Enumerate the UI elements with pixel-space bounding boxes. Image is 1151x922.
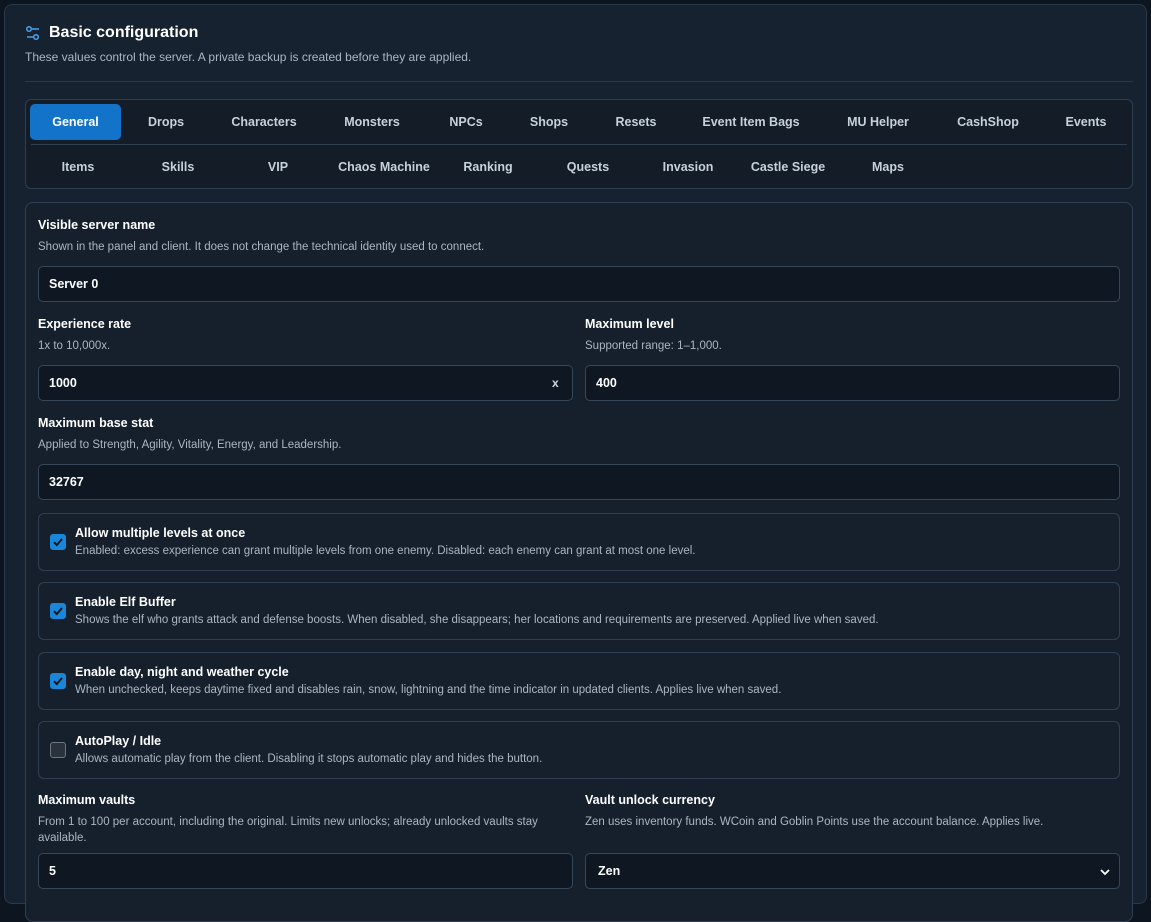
tab-chaos-machine[interactable]: Chaos Machine [330,149,438,185]
max-stat-label: Maximum base stat [38,416,154,430]
tab-resets[interactable]: Resets [600,104,672,140]
sliders-icon [25,25,40,41]
autoplay-checkbox[interactable] [50,742,66,758]
tab-invasion[interactable]: Invasion [648,149,728,185]
vault-currency-select[interactable]: Zen [585,853,1120,889]
multi-level-desc: Enabled: excess experience can grant mul… [75,545,696,557]
page-title: Basic configuration [49,24,199,41]
tab-mu-helper[interactable]: MU Helper [830,104,926,140]
tab-row-divider [31,144,1127,145]
tab-bar: General Drops Characters Monsters NPCs S… [25,99,1133,189]
exp-rate-help: 1x to 10,000x. [38,340,111,352]
day-night-toggle[interactable]: Enable day, night and weather cycle When… [38,652,1120,710]
tab-event-item-bags[interactable]: Event Item Bags [686,104,816,140]
vault-currency-value: Zen [598,864,621,878]
tab-cashshop[interactable]: CashShop [940,104,1036,140]
tab-general[interactable]: General [30,104,121,140]
exp-rate-label: Experience rate [38,317,132,331]
autoplay-title: AutoPlay / Idle [75,734,162,748]
elf-buffer-checkbox[interactable] [50,603,66,619]
max-stat-input[interactable] [38,464,1120,500]
server-name-help: Shown in the panel and client. It does n… [38,241,485,253]
tab-ranking[interactable]: Ranking [448,149,528,185]
max-vaults-input[interactable] [38,853,573,889]
tab-npcs[interactable]: NPCs [430,104,502,140]
day-night-checkbox[interactable] [50,673,66,689]
max-level-input[interactable] [585,365,1120,401]
tab-shops[interactable]: Shops [514,104,584,140]
elf-buffer-desc: Shows the elf who grants attack and defe… [75,614,879,626]
tab-items[interactable]: Items [38,149,118,185]
general-settings-form: Visible server name Shown in the panel a… [25,202,1133,922]
day-night-desc: When unchecked, keeps daytime fixed and … [75,684,782,696]
tab-quests[interactable]: Quests [548,149,628,185]
check-icon [53,677,63,686]
tab-events[interactable]: Events [1050,104,1122,140]
chevron-down-icon [1100,869,1110,876]
vault-currency-label: Vault unlock currency [585,793,715,807]
page-subtitle: These values control the server. A priva… [25,50,472,64]
vault-currency-help: Zen uses inventory funds. WCoin and Gobl… [585,816,1044,828]
tab-maps[interactable]: Maps [848,149,928,185]
max-level-help: Supported range: 1–1,000. [585,340,722,352]
tab-drops[interactable]: Drops [126,104,206,140]
exp-rate-clear-button[interactable]: x [552,376,559,390]
autoplay-toggle[interactable]: AutoPlay / Idle Allows automatic play fr… [38,721,1120,779]
tab-monsters[interactable]: Monsters [326,104,418,140]
check-icon [53,538,63,547]
tab-vip[interactable]: VIP [238,149,318,185]
tab-characters[interactable]: Characters [218,104,310,140]
autoplay-desc: Allows automatic play from the client. D… [75,753,543,765]
server-name-label: Visible server name [38,218,156,232]
elf-buffer-title: Enable Elf Buffer [75,595,176,609]
exp-rate-input[interactable] [38,365,573,401]
max-vaults-label: Maximum vaults [38,793,136,807]
check-icon [53,607,63,616]
elf-buffer-toggle[interactable]: Enable Elf Buffer Shows the elf who gran… [38,582,1120,640]
multi-level-toggle[interactable]: Allow multiple levels at once Enabled: e… [38,513,1120,571]
tab-castle-siege[interactable]: Castle Siege [744,149,832,185]
max-stat-help: Applied to Strength, Agility, Vitality, … [38,439,342,451]
max-level-label: Maximum level [585,317,674,331]
max-vaults-help: From 1 to 100 per account, including the… [38,816,538,844]
multi-level-checkbox[interactable] [50,534,66,550]
tab-skills[interactable]: Skills [138,149,218,185]
server-name-input[interactable] [38,266,1120,302]
header-divider [25,81,1133,82]
multi-level-title: Allow multiple levels at once [75,526,246,540]
config-panel: Basic configuration These values control… [4,4,1147,922]
day-night-title: Enable day, night and weather cycle [75,665,289,679]
